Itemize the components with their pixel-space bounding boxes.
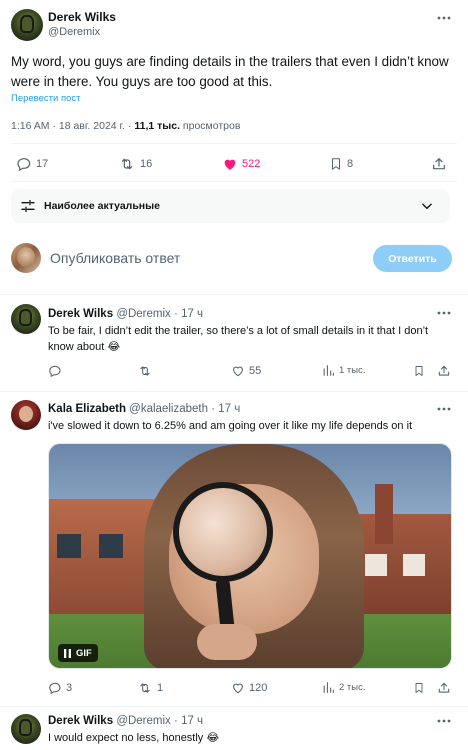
reply-button[interactable]: 3 <box>48 681 72 695</box>
post-date[interactable]: 18 авг. 2024 г. <box>59 120 125 132</box>
repost-count: 16 <box>140 158 153 170</box>
meta-separator: · <box>174 308 178 320</box>
meta-separator: · <box>127 120 132 132</box>
analytics-icon <box>323 365 334 376</box>
author-avatar[interactable] <box>11 714 41 744</box>
author-avatar[interactable] <box>11 304 41 334</box>
author-handle[interactable]: @Deremix <box>116 308 171 320</box>
heart-icon <box>233 366 243 377</box>
like-count: 120 <box>249 682 268 694</box>
chevron-down-icon <box>422 203 432 210</box>
share-button[interactable] <box>436 363 452 379</box>
views-count: 11,1 тыс. <box>134 120 180 132</box>
bookmark-count: 8 <box>347 158 354 170</box>
share-button[interactable] <box>436 680 452 696</box>
magnifying-glass <box>173 482 273 582</box>
like-button[interactable]: 55 <box>231 364 261 378</box>
author-avatar[interactable] <box>11 400 41 430</box>
heart-filled-icon <box>224 159 236 170</box>
reply-time[interactable]: 17 ч <box>218 403 240 415</box>
user-avatar[interactable] <box>11 243 41 273</box>
author-handle[interactable]: @Deremix <box>116 715 171 727</box>
reply-icon <box>49 682 61 695</box>
reply-header: Derek Wilks @Deremix · 17 ч <box>48 715 203 727</box>
gif-badge[interactable]: GIF <box>58 644 98 662</box>
divider <box>0 706 468 707</box>
reply-text: I would expect no less, honestly 😂 <box>48 732 220 744</box>
share-icon <box>438 365 450 376</box>
like-button[interactable]: 120 <box>231 681 267 695</box>
reply-submit-label: Ответить <box>388 252 437 265</box>
gif-media[interactable]: GIF <box>48 443 452 669</box>
like-count: 55 <box>249 365 262 377</box>
reply-submit-button[interactable]: Ответить <box>373 245 452 272</box>
author-name[interactable]: Kala Elizabeth <box>48 403 126 415</box>
meta-separator: · <box>174 715 178 727</box>
more-options-icon[interactable] <box>436 10 452 26</box>
share-button[interactable] <box>430 155 448 173</box>
heart-icon <box>233 683 243 694</box>
reply-button[interactable] <box>48 364 66 378</box>
reply-header: Kala Elizabeth @kalaelizabeth · 17 ч <box>48 403 240 415</box>
divider <box>11 143 457 144</box>
bookmark-icon <box>415 683 423 693</box>
bookmark-button[interactable]: 8 <box>329 156 353 172</box>
sort-dropdown[interactable]: Наиболее актуальные <box>11 189 450 223</box>
share-icon <box>433 158 445 170</box>
repost-button[interactable]: 1 <box>137 681 163 695</box>
divider <box>0 294 468 295</box>
repost-button[interactable] <box>137 364 157 378</box>
repost-button[interactable]: 16 <box>118 156 152 172</box>
gif-label: GIF <box>76 647 92 659</box>
sort-label: Наиболее актуальные <box>44 200 160 212</box>
author-name[interactable]: Derek Wilks <box>48 308 113 320</box>
bookmark-icon <box>415 366 423 376</box>
bookmark-button[interactable] <box>412 364 426 378</box>
translate-link[interactable]: Перевести пост <box>11 93 80 104</box>
meta-separator: · <box>211 403 216 415</box>
divider <box>11 181 457 182</box>
reply-count: 3 <box>66 682 73 694</box>
reply-header: Derek Wilks @Deremix · 17 ч <box>48 308 203 320</box>
bookmark-icon <box>331 158 341 170</box>
author-handle[interactable]: @kalaelizabeth <box>129 403 208 415</box>
post-meta: 1:16 AM · 18 авг. 2024 г. · 11,1 тыс. пр… <box>11 120 240 132</box>
reply-button[interactable]: 17 <box>16 156 48 172</box>
reply-count: 17 <box>36 158 49 170</box>
reply-input[interactable]: Опубликовать ответ <box>50 250 180 266</box>
like-button[interactable]: 522 <box>222 156 260 172</box>
meta-separator: · <box>52 120 56 132</box>
views-count: 1 тыс. <box>339 365 366 376</box>
views-label: просмотров <box>182 120 241 132</box>
reply-text: i've slowed it down to 6.25% and am goin… <box>48 420 413 432</box>
more-options-icon[interactable] <box>436 715 452 727</box>
author-name[interactable]: Derek Wilks <box>48 715 113 727</box>
views-count: 2 тыс. <box>339 682 366 693</box>
reply-time[interactable]: 17 ч <box>181 308 203 320</box>
more-options-icon[interactable] <box>436 307 452 319</box>
divider <box>0 391 468 392</box>
reply-icon <box>49 365 61 378</box>
repost-icon <box>140 366 150 376</box>
author-handle[interactable]: @Deremix <box>48 26 100 38</box>
analytics-icon <box>323 682 334 693</box>
pause-icon <box>64 648 71 658</box>
reply-icon <box>17 158 31 172</box>
repost-icon <box>140 683 150 693</box>
reply-text: To be fair, I didn’t edit the trailer, s… <box>48 325 429 353</box>
like-count: 522 <box>242 158 261 170</box>
author-name[interactable]: Derek Wilks <box>48 10 116 24</box>
views-button[interactable]: 1 тыс. <box>322 364 366 377</box>
sort-sliders-icon <box>21 200 35 212</box>
more-options-icon[interactable] <box>436 403 452 415</box>
author-avatar[interactable] <box>11 9 43 41</box>
bookmark-button[interactable] <box>412 681 426 695</box>
post-time[interactable]: 1:16 AM <box>11 120 50 132</box>
repost-count: 1 <box>157 682 164 694</box>
repost-icon <box>121 158 133 170</box>
reply-time[interactable]: 17 ч <box>181 715 203 727</box>
views-button[interactable]: 2 тыс. <box>322 681 366 694</box>
share-icon <box>438 682 450 693</box>
post-text: My word, you guys are finding details in… <box>11 54 449 89</box>
